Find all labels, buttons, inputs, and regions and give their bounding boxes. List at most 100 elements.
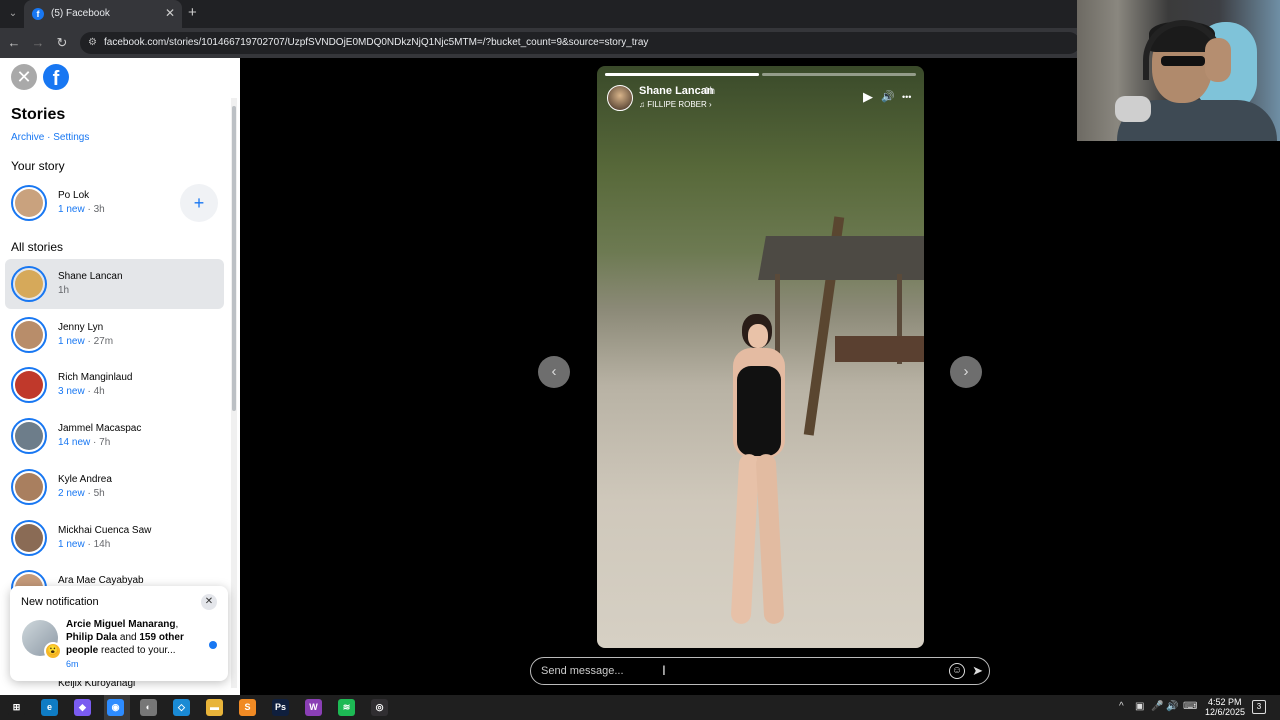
story-author-name[interactable]: Shane Lancan [639, 85, 714, 97]
tab-title: (5) Facebook [51, 8, 110, 19]
tray-volume-icon[interactable]: 🔊 [1166, 700, 1178, 714]
story-list-item[interactable]: Mickhai Cuenca Saw 1 new · 14h [5, 513, 224, 563]
webcam-hand [1205, 38, 1231, 82]
add-story-button[interactable]: + [180, 184, 218, 222]
volume-icon[interactable]: 🔊 [881, 90, 895, 104]
app-icon[interactable]: ◐ [140, 699, 157, 716]
url-text: facebook.com/stories/101466719702707/Uzp… [104, 37, 649, 48]
photoshop-icon[interactable]: Ps [272, 699, 289, 716]
reload-icon[interactable]: ↻ [54, 35, 70, 51]
story-author-name: Ara Mae Cayabyab [58, 575, 144, 587]
progress-fill [605, 73, 759, 76]
photo-person-swimsuit [737, 366, 781, 456]
close-tab-icon[interactable]: ✕ [165, 7, 175, 19]
webcam-glasses [1161, 56, 1205, 66]
browser-tab[interactable]: f (5) Facebook ✕ [24, 0, 182, 28]
visual-studio-icon[interactable]: W [305, 699, 322, 716]
tray-microphone-icon[interactable]: 🎤 [1151, 700, 1163, 714]
close-notification-icon[interactable]: ✕ [201, 594, 217, 610]
tray-keyboard-icon[interactable]: ⌨ [1183, 700, 1197, 714]
story-meta: 2 new · 5h [58, 487, 105, 499]
avatar [11, 367, 47, 404]
story-list-item[interactable]: Kyle Andrea 2 new · 5h [5, 462, 224, 512]
tab-search-icon[interactable]: ⌄ [4, 5, 22, 23]
spotify-icon[interactable]: ≋ [338, 699, 355, 716]
story-author-name: Kyle Andrea [58, 473, 112, 485]
file-explorer-icon[interactable]: ▬ [206, 699, 223, 716]
archive-settings-links[interactable]: Archive · Settings [11, 132, 89, 143]
new-tab-button[interactable]: + [188, 5, 197, 21]
story-meta: 1 new · 3h [58, 204, 105, 215]
story-author-name: Rich Manginlaud [58, 372, 133, 384]
avatar [11, 185, 47, 221]
avatar [11, 519, 47, 556]
story-meta: 1 new · 27m [58, 335, 114, 347]
send-message-input[interactable]: Send message... ☺ ➤ [530, 657, 990, 685]
back-icon[interactable]: ← [6, 35, 22, 51]
obs-icon[interactable]: ◎ [371, 699, 388, 716]
unread-dot [209, 641, 217, 649]
tray-display-icon[interactable]: ▣ [1135, 700, 1144, 714]
music-label[interactable]: ♫ FILLIPE ROBER › [639, 100, 712, 109]
story-author-name: Shane Lancan [58, 271, 123, 282]
avatar[interactable] [607, 85, 633, 111]
stories-sidebar: ✕ f Stories Archive · Settings Your stor… [0, 58, 240, 695]
story-progress [605, 73, 916, 76]
all-stories-label: All stories [11, 240, 64, 254]
webcam-microphone [1115, 96, 1151, 122]
close-icon[interactable]: ✕ [11, 64, 37, 90]
photo-bench [835, 336, 924, 362]
forward-icon[interactable]: → [30, 35, 46, 51]
facebook-logo-icon[interactable]: f [43, 64, 69, 90]
text-cursor-icon: I [662, 662, 666, 678]
emoji-icon[interactable]: ☺ [949, 663, 965, 679]
photo-person-leg [730, 453, 760, 625]
new-notification-popup[interactable]: New notification ✕ 😮 Arcie Miguel Manara… [10, 586, 228, 681]
notification-title: New notification [21, 596, 99, 608]
chrome-icon[interactable]: ◉ [107, 699, 124, 716]
story-meta: 3 new · 4h [58, 386, 105, 398]
photo-person-face [748, 324, 768, 348]
story-list-item[interactable]: Rich Manginlaud 3 new · 4h [5, 360, 224, 410]
story-list-item[interactable]: Jammel Macaspac 14 new · 7h [5, 411, 224, 461]
windows-start-icon[interactable]: ⊞ [8, 699, 25, 716]
avatar [11, 468, 47, 505]
wow-reaction-icon: 😮 [44, 642, 62, 660]
edge-icon[interactable]: e [41, 699, 58, 716]
avatar [11, 418, 47, 455]
more-options-icon[interactable]: ••• [902, 90, 911, 104]
vscode-icon[interactable]: ◇ [173, 699, 190, 716]
notification-center-icon[interactable]: 3 [1252, 700, 1266, 714]
story-meta: 1h [58, 285, 70, 296]
tray-chevron-icon[interactable]: ^ [1119, 700, 1124, 714]
story-meta: 14 new · 7h [58, 437, 111, 449]
story-list-item[interactable]: Jenny Lyn 1 new · 27m [5, 310, 224, 360]
site-info-icon[interactable]: ⚙ [88, 37, 100, 49]
previous-story-button[interactable]: ‹ [538, 356, 570, 388]
avatar [11, 316, 47, 353]
play-icon[interactable]: ▶ [863, 90, 873, 104]
send-icon[interactable]: ➤ [972, 663, 983, 679]
address-bar[interactable]: ⚙ facebook.com/stories/101466719702707/U… [80, 32, 1080, 54]
clock-date[interactable]: 12/6/2025 [1205, 707, 1245, 717]
story-author-name: Jenny Lyn [58, 321, 104, 333]
windows-taskbar: ⊞ e ◆ ◉ ◐ ◇ ▬ S Ps W ≋ ◎ ^ ▣ 🎤 🔊 ⌨ 4:52 PM 12/6/202… [0, 695, 1280, 720]
story-author-name: Po Lok [58, 190, 90, 201]
story-author-name: Jammel Macaspac [58, 423, 142, 435]
sidebar-scrollbar[interactable] [231, 98, 237, 688]
copilot-icon[interactable]: ◆ [74, 699, 91, 716]
clock-time[interactable]: 4:52 PM [1208, 697, 1242, 707]
photo-person-leg [755, 453, 785, 625]
your-story-label: Your story [11, 159, 65, 173]
scrollbar-thumb[interactable] [232, 106, 236, 411]
avatar [11, 266, 47, 302]
sublime-icon[interactable]: S [239, 699, 256, 716]
story-viewer: ‹ › Shane Lancan 1h ♫ FILLIPE ROBER › ▶ … [240, 58, 1280, 695]
story-list-item[interactable]: Shane Lancan 1h [5, 259, 224, 309]
progress-segment [605, 73, 759, 76]
story-time: 1h [704, 86, 716, 97]
next-story-button[interactable]: › [950, 356, 982, 388]
story-author-name: Mickhai Cuenca Saw [58, 524, 152, 536]
story-card[interactable]: Shane Lancan 1h ♫ FILLIPE ROBER › ▶ 🔊 ••… [597, 66, 924, 648]
stories-title: Stories [11, 106, 66, 123]
